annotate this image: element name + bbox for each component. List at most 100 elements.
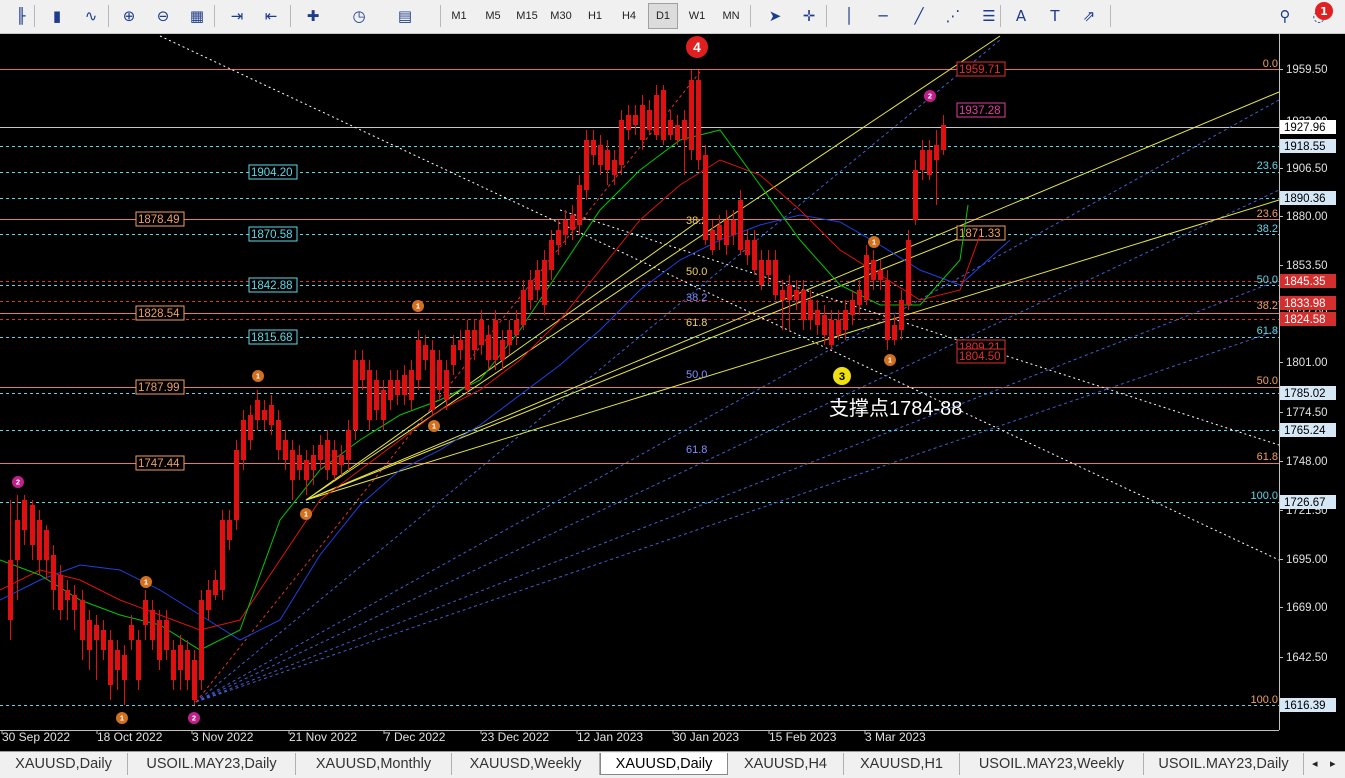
period-m15-button[interactable]: M15 [512, 3, 542, 29]
main-toolbar: ╟▮∿⊕⊖▦⇥⇤✚◷▤➤✛│─╱⋰☰AT⇗⚲◌M1M5M15M30H1H4D1W… [0, 0, 1345, 34]
price-tag-4: 1833.98 [1284, 298, 1326, 310]
candle-119 [843, 310, 848, 330]
new-order-icon[interactable]: ✚ [300, 3, 326, 29]
vertical-line-icon[interactable]: │ [836, 3, 862, 29]
wave-4-marker: 4 [693, 40, 701, 55]
date-label-7: 30 Jan 2023 [673, 730, 739, 744]
candle-30 [220, 520, 225, 590]
tab-scroll-left-icon[interactable]: ◂ [1312, 757, 1318, 770]
price-tag-5: 1824.58 [1284, 314, 1326, 326]
bar-chart-icon[interactable]: ╟ [8, 3, 34, 29]
horizontal-line-icon[interactable]: ─ [870, 3, 896, 29]
wave-small-marker-7: 1 [120, 714, 124, 723]
clock-icon[interactable]: ◷ [346, 3, 372, 29]
candle-116 [822, 315, 827, 335]
candle-10 [80, 600, 85, 640]
chart-shift-icon[interactable]: ⇤ [258, 3, 284, 29]
candle-22 [164, 620, 169, 650]
fibonacci-retracement-icon[interactable]: ☰ [976, 3, 1002, 29]
cursor-icon[interactable]: ➤ [762, 3, 788, 29]
chart-tab-6[interactable]: XAUUSD,H1 [844, 753, 960, 775]
period-d1-button[interactable]: D1 [648, 3, 678, 29]
period-m5-button[interactable]: M5 [478, 3, 508, 29]
price-tag-7: 1765.24 [1284, 425, 1326, 437]
candle-76 [542, 260, 547, 305]
candle-124 [878, 270, 883, 280]
candle-126 [892, 325, 897, 340]
candle-53 [381, 390, 386, 420]
price-chart[interactable]: 1959.501933.001906.501880.001853.501827.… [0, 34, 1345, 750]
wave-small-marker-4: 1 [416, 302, 420, 311]
candle-129 [913, 170, 918, 220]
candle-84 [598, 145, 603, 165]
price-scale-label: 1801.00 [1286, 357, 1328, 369]
level-label-7: 1747.44 [138, 458, 180, 470]
candle-7 [58, 575, 63, 610]
candle-20 [150, 610, 155, 640]
period-m30-button[interactable]: M30 [546, 3, 576, 29]
price-tag-8: 1726.67 [1284, 497, 1326, 509]
templates-icon[interactable]: ▤ [392, 3, 418, 29]
candle-15 [115, 650, 120, 670]
candle-65 [465, 330, 470, 390]
fibonacci-fan-icon[interactable]: ⋰ [940, 3, 966, 29]
arrows-icon[interactable]: ⇗ [1076, 3, 1102, 29]
candle-36 [262, 410, 267, 420]
wave-small-marker-0: 2 [928, 92, 932, 101]
text-icon[interactable]: A [1008, 3, 1034, 29]
period-mn-button[interactable]: MN [716, 3, 746, 29]
chart-tab-1[interactable]: USOIL.MAY23,Daily [128, 753, 296, 775]
candle-54 [388, 380, 393, 400]
candle-98 [696, 80, 701, 160]
search-icon[interactable]: ⚲ [1272, 3, 1298, 29]
period-h1-button[interactable]: H1 [580, 3, 610, 29]
tile-windows-icon[interactable]: ▦ [184, 3, 210, 29]
wave-small-marker-10: 1 [888, 356, 892, 365]
chart-tab-4[interactable]: XAUUSD,Daily [600, 753, 728, 775]
candle-21 [157, 620, 162, 660]
chart-tab-3[interactable]: XAUUSD,Weekly [452, 753, 600, 775]
candle-117 [829, 320, 834, 345]
line-chart-icon[interactable]: ∿ [78, 3, 104, 29]
candle-42 [304, 460, 309, 480]
period-h4-button[interactable]: H4 [614, 3, 644, 29]
crosshair-icon[interactable]: ✛ [796, 3, 822, 29]
candle-39 [283, 440, 288, 460]
candle-123 [871, 260, 876, 280]
candle-31 [227, 520, 232, 540]
fib-percent-7: 50.0 [1257, 375, 1278, 387]
candle-110 [780, 290, 785, 300]
chart-tab-0[interactable]: XAUUSD,Daily [0, 753, 128, 775]
autoscroll-icon[interactable]: ⇥ [224, 3, 250, 29]
right-level-label-1: 1937.28 [959, 105, 1001, 117]
period-w1-button[interactable]: W1 [682, 3, 712, 29]
candle-28 [206, 590, 211, 610]
zoom-in-icon[interactable]: ⊕ [116, 3, 142, 29]
price-scale-label: 1853.50 [1286, 260, 1328, 272]
date-label-0: 30 Sep 2022 [2, 730, 70, 744]
candle-56 [402, 375, 407, 395]
candle-18 [136, 640, 141, 680]
trendline-icon[interactable]: ╱ [906, 3, 932, 29]
zoom-out-icon[interactable]: ⊖ [150, 3, 176, 29]
candle-8 [65, 590, 70, 600]
tab-scroll-right-icon[interactable]: ▸ [1330, 757, 1336, 770]
price-tag-1: 1918.55 [1284, 141, 1326, 153]
support-annotation: 支撑点1784-88 [829, 397, 962, 420]
candle-35 [255, 400, 260, 420]
price-tag-3: 1845.35 [1284, 276, 1326, 288]
level-label-1: 1878.49 [138, 214, 180, 226]
chart-tab-8[interactable]: USOIL.MAY23,Daily [1144, 753, 1304, 775]
level-label-4: 1828.54 [138, 308, 180, 320]
wave-3-marker: 3 [839, 371, 845, 383]
candle-4 [37, 520, 42, 560]
period-m1-button[interactable]: M1 [444, 3, 474, 29]
text-label-icon[interactable]: T [1042, 3, 1068, 29]
candle-38 [276, 420, 281, 450]
candle-114 [808, 300, 813, 320]
fib-percent-2: 23.6 [1257, 208, 1278, 220]
chart-tab-5[interactable]: XAUUSD,H4 [728, 753, 844, 775]
candlestick-icon[interactable]: ▮ [44, 3, 70, 29]
chart-tab-2[interactable]: XAUUSD,Monthly [296, 753, 452, 775]
chart-tab-7[interactable]: USOIL.MAY23,Weekly [960, 753, 1144, 775]
